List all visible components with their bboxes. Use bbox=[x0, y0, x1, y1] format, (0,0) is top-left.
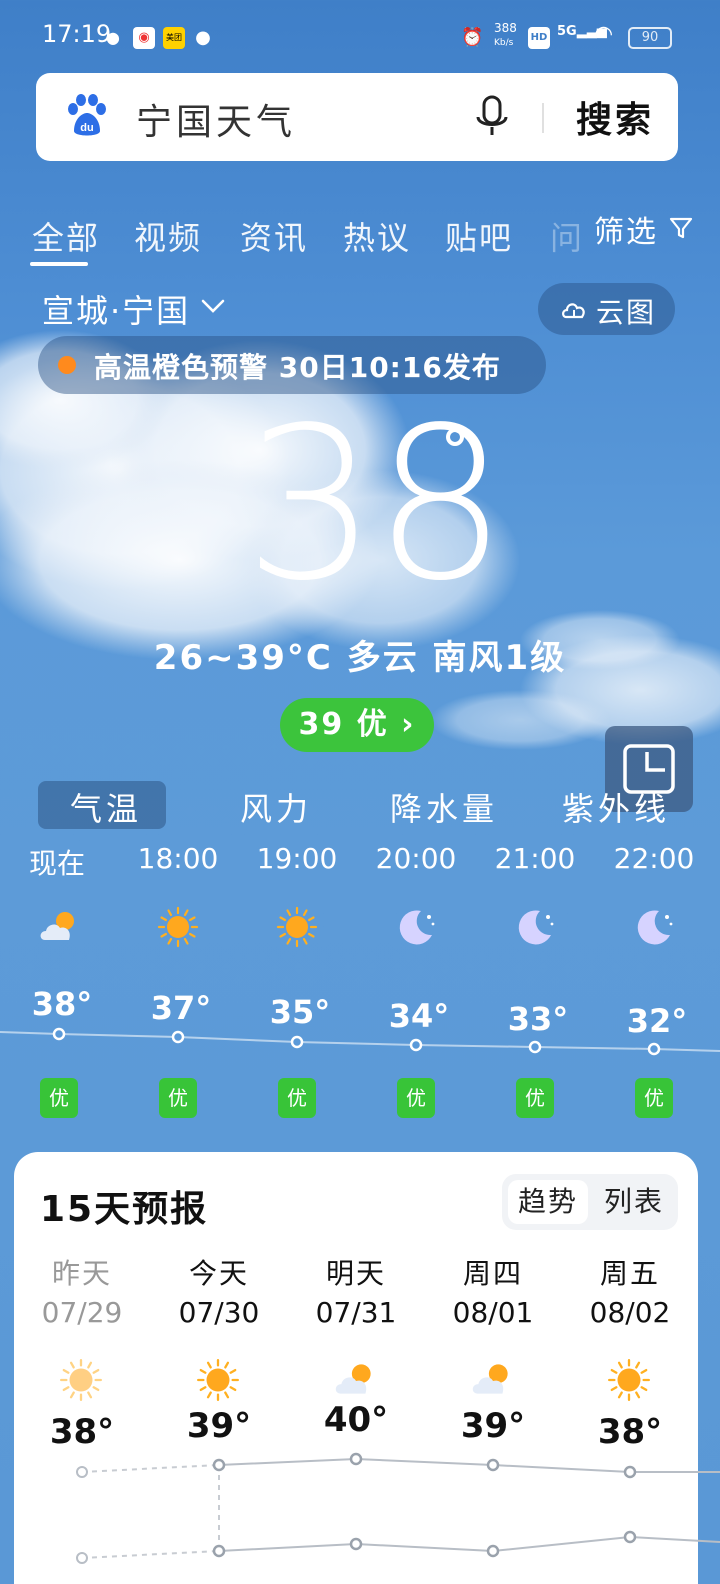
hd-icon: HD bbox=[528, 27, 550, 49]
tab-question[interactable]: 问 bbox=[550, 213, 584, 259]
sun-icon bbox=[194, 1356, 244, 1402]
hour-time: 19:00 bbox=[256, 842, 338, 875]
daily-temp-lines bbox=[76, 1452, 720, 1564]
chevron-down-icon[interactable] bbox=[200, 296, 226, 316]
hour-aqi-badge: 优 bbox=[159, 1078, 197, 1118]
status-time: 17:19 bbox=[42, 20, 112, 48]
forecast-title: 15天预报 bbox=[40, 1189, 209, 1230]
battery-icon: 90 bbox=[628, 27, 672, 49]
day-name: 今天 bbox=[188, 1257, 249, 1290]
tab-active-underline bbox=[30, 262, 88, 266]
day-date: 07/31 bbox=[315, 1296, 397, 1329]
day-date: 07/29 bbox=[41, 1296, 123, 1329]
toggle-list[interactable]: 列表 bbox=[594, 1180, 674, 1224]
metric-tab-precipitation[interactable]: 降水量 bbox=[390, 784, 498, 830]
degree-symbol bbox=[446, 428, 464, 446]
net-speed: 388 Kb/s bbox=[494, 21, 517, 49]
sun-icon bbox=[155, 904, 201, 950]
metric-tab-temperature[interactable]: 气温 bbox=[70, 784, 142, 830]
warning-text: 高温橙色预警 30日10:16发布 bbox=[94, 351, 501, 384]
hour-aqi-badge: 优 bbox=[516, 1078, 554, 1118]
day-date: 08/02 bbox=[589, 1296, 671, 1329]
day-name: 周五 bbox=[599, 1257, 660, 1290]
status-bar: 17:19 ● ◉ 美团 ● ⏰ 388 Kb/s HD 5G▂▃▅ ◠ 90 bbox=[0, 0, 720, 70]
weather-summary: 26~39°C 多云 南风1级 bbox=[153, 638, 567, 678]
moon-icon bbox=[393, 904, 439, 950]
sun-icon bbox=[57, 1356, 107, 1402]
view-toggle: 趋势 列表 bbox=[502, 1174, 678, 1230]
cloud-map-label: 云图 bbox=[596, 296, 657, 329]
wechat-icon: ● bbox=[106, 28, 120, 47]
svg-text:du: du bbox=[80, 122, 93, 134]
warning-dot-icon bbox=[58, 356, 76, 374]
day-name: 昨天 bbox=[51, 1257, 112, 1290]
day-date: 07/30 bbox=[178, 1296, 260, 1329]
filter-icon[interactable] bbox=[668, 215, 694, 241]
partly-cloudy-icon bbox=[331, 1356, 381, 1402]
hour-aqi-badge: 优 bbox=[40, 1078, 78, 1118]
day-name: 周四 bbox=[462, 1257, 523, 1290]
cloud-map-button[interactable]: 云图 bbox=[538, 283, 675, 335]
sun-icon bbox=[274, 904, 320, 950]
hour-time: 20:00 bbox=[375, 842, 457, 875]
moon-icon bbox=[631, 904, 677, 950]
partly-cloudy-icon bbox=[36, 904, 82, 950]
map-app-icon: ◉ bbox=[133, 27, 155, 49]
hour-time: 22:00 bbox=[613, 842, 695, 875]
aqi-button[interactable]: 39 优 › bbox=[280, 698, 434, 752]
toggle-trend[interactable]: 趋势 bbox=[508, 1180, 588, 1224]
hour-aqi-badge: 优 bbox=[397, 1078, 435, 1118]
metric-tab-uv[interactable]: 紫外线 bbox=[562, 784, 670, 830]
tab-tieba[interactable]: 贴吧 bbox=[445, 213, 513, 259]
cloud-map-icon bbox=[562, 303, 585, 319]
search-button[interactable]: 搜索 bbox=[576, 91, 654, 143]
metric-tab-wind[interactable]: 风力 bbox=[240, 784, 312, 830]
tab-discussion[interactable]: 热议 bbox=[343, 213, 411, 259]
message-icon: ● bbox=[195, 27, 211, 48]
partly-cloudy-icon bbox=[468, 1356, 518, 1402]
alarm-icon: ⏰ bbox=[461, 27, 484, 48]
day-date: 08/01 bbox=[452, 1296, 534, 1329]
day-name: 明天 bbox=[325, 1257, 386, 1290]
hour-aqi-badge: 优 bbox=[635, 1078, 673, 1118]
day-high-temp: 40° bbox=[323, 1400, 389, 1440]
search-bar[interactable]: du 宁国天气 搜索 bbox=[36, 73, 678, 161]
wifi-icon: ◠ bbox=[594, 22, 614, 47]
hour-time: 21:00 bbox=[494, 842, 576, 875]
baidu-paw-icon: du bbox=[68, 94, 106, 136]
hour-time: 18:00 bbox=[137, 842, 219, 875]
tab-video[interactable]: 视频 bbox=[134, 213, 202, 259]
location-name[interactable]: 宣城·宁国 bbox=[42, 286, 190, 332]
tab-all[interactable]: 全部 bbox=[32, 213, 100, 259]
sun-icon bbox=[605, 1356, 655, 1402]
hour-aqi-badge: 优 bbox=[278, 1078, 316, 1118]
microphone-icon[interactable] bbox=[474, 95, 510, 139]
filter-button[interactable]: 筛选 bbox=[594, 207, 658, 251]
result-tabs: 全部 视频 资讯 热议 贴吧 问 筛选 bbox=[0, 205, 720, 275]
hourly-temp-line bbox=[0, 1027, 720, 1056]
search-divider bbox=[542, 103, 544, 133]
search-input[interactable]: 宁国天气 bbox=[136, 93, 296, 145]
meituan-icon: 美团 bbox=[163, 27, 185, 49]
hour-time: 现在 bbox=[28, 847, 85, 880]
tab-news[interactable]: 资讯 bbox=[240, 213, 308, 259]
moon-icon bbox=[512, 904, 558, 950]
current-temperature: 38 bbox=[244, 382, 507, 627]
